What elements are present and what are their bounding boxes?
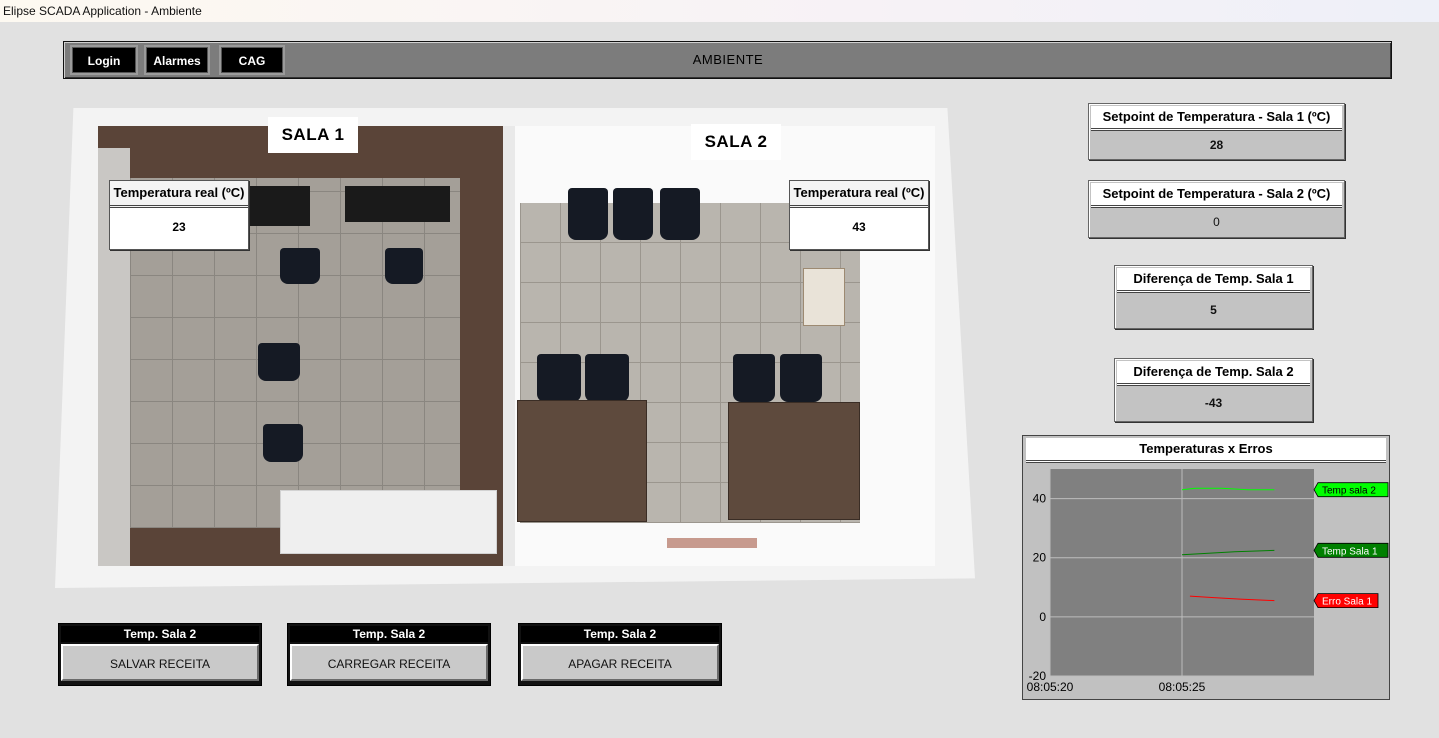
cag-button[interactable]: CAG <box>219 45 285 75</box>
temperaturas-erros-chart: Temperaturas x Erros 40 20 0 -20 08:05:20 08:… <box>1022 435 1390 700</box>
setpoint-sala-1-value[interactable]: 28 <box>1089 131 1344 159</box>
setpoint-sala-2-title: Setpoint de Temperatura - Sala 2 (ºC) <box>1091 183 1342 208</box>
chair <box>385 248 423 284</box>
chart-plot: 40200-2008:05:20 08:05:25Temp sala 2Temp … <box>1027 469 1389 694</box>
alarmes-button[interactable]: Alarmes <box>144 45 210 75</box>
load-recipe-button[interactable]: CARREGAR RECEITA <box>290 644 488 681</box>
chair <box>733 354 775 402</box>
sala-1-temperature-title: Temperatura real (ºC) <box>110 181 248 208</box>
delete-recipe-button[interactable]: APAGAR RECEITA <box>521 644 719 681</box>
y-tick-label: 0 <box>1039 610 1046 624</box>
x-tick-label: 08:05:20 <box>1027 680 1074 694</box>
setpoint-sala-2-value[interactable]: 0 <box>1089 208 1344 236</box>
sala-1-temperature-value: 23 <box>172 220 186 234</box>
desk-equipment <box>390 186 450 222</box>
setpoint-sala-1-title: Setpoint de Temperatura - Sala 1 (ºC) <box>1091 106 1342 131</box>
save-recipe-button[interactable]: SALVAR RECEITA <box>61 644 259 681</box>
recipe-delete-header: Temp. Sala 2 <box>521 626 719 642</box>
series-label: Temp sala 2 <box>1322 486 1376 497</box>
y-tick-label: 40 <box>1033 492 1047 506</box>
recipe-delete-group: Temp. Sala 2 APAGAR RECEITA <box>518 623 722 686</box>
series-label: Temp Sala 1 <box>1322 546 1378 557</box>
diferenca-sala-2-title: Diferença de Temp. Sala 2 <box>1117 361 1310 386</box>
chair <box>537 354 581 402</box>
recipe-load-group: Temp. Sala 2 CARREGAR RECEITA <box>287 623 491 686</box>
chair <box>613 188 653 240</box>
recipe-save-group: Temp. Sala 2 SALVAR RECEITA <box>58 623 262 686</box>
setpoint-sala-2-panel: Setpoint de Temperatura - Sala 2 (ºC) 0 <box>1088 180 1345 238</box>
sala-2-temperature-value: 43 <box>852 220 866 234</box>
chair <box>280 248 320 284</box>
desk <box>517 400 647 522</box>
floor-mat <box>667 538 757 548</box>
diferenca-sala-1-title: Diferença de Temp. Sala 1 <box>1117 268 1310 293</box>
diferenca-sala-1-value: 5 <box>1210 303 1217 317</box>
chair <box>258 343 300 381</box>
chair <box>263 424 303 462</box>
series-label: Erro Sala 1 <box>1322 597 1372 608</box>
sala-1-label: SALA 1 <box>268 117 358 153</box>
room-1-counter <box>280 490 497 554</box>
diferenca-sala-2-value: -43 <box>1204 396 1223 410</box>
chair <box>568 188 608 240</box>
diferenca-sala-1-panel: Diferença de Temp. Sala 1 5 <box>1114 265 1313 329</box>
page-title: AMBIENTE <box>692 52 764 67</box>
sala-1-temperature-display: Temperatura real (ºC) 23 <box>109 180 249 250</box>
top-toolbar: Login Alarmes CAG AMBIENTE <box>63 41 1392 79</box>
x-tick-label: 08:05:25 <box>1159 680 1206 694</box>
desk-equipment <box>250 186 310 226</box>
sala-2-temperature-title: Temperatura real (ºC) <box>790 181 928 208</box>
sala-2-temperature-display: Temperatura real (ºC) 43 <box>789 180 929 250</box>
diferenca-sala-2-panel: Diferença de Temp. Sala 2 -43 <box>1114 358 1313 422</box>
recipe-load-header: Temp. Sala 2 <box>290 626 488 642</box>
login-button[interactable]: Login <box>70 45 138 75</box>
sala-2-label: SALA 2 <box>691 124 781 160</box>
desk <box>728 402 860 520</box>
y-tick-label: 20 <box>1033 551 1047 565</box>
window-title: Elipse SCADA Application - Ambiente <box>0 0 1439 22</box>
chair <box>660 188 700 240</box>
room-divider-wall <box>503 126 515 566</box>
side-table <box>803 268 845 326</box>
chair <box>780 354 822 402</box>
recipe-save-header: Temp. Sala 2 <box>61 626 259 642</box>
chair <box>585 354 629 402</box>
setpoint-sala-1-panel: Setpoint de Temperatura - Sala 1 (ºC) 28 <box>1088 103 1345 160</box>
